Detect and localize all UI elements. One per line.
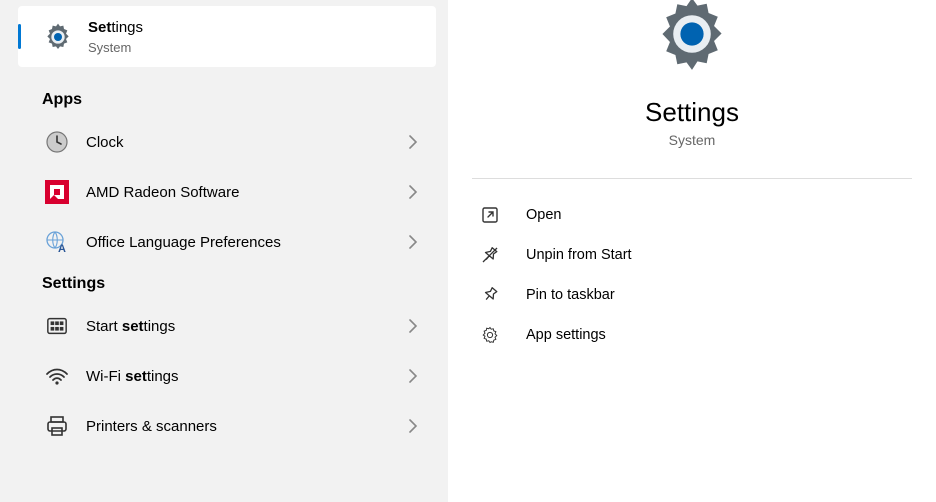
chevron-right-icon (408, 185, 418, 199)
app-office-language[interactable]: A Office Language Preferences (0, 217, 448, 267)
app-label: Clock (86, 134, 432, 151)
setting-printers-scanners[interactable]: Printers & scanners (0, 401, 448, 451)
unpin-icon (480, 245, 500, 265)
amd-icon (44, 179, 70, 205)
best-match-title: Settings (88, 18, 143, 38)
action-pin-to-taskbar[interactable]: Pin to taskbar (472, 275, 912, 315)
setting-label: Start settings (86, 318, 432, 335)
section-header-settings: Settings (0, 267, 448, 301)
action-app-settings[interactable]: App settings (472, 315, 912, 355)
settings-icon-large (651, 0, 733, 75)
pin-icon (480, 285, 500, 305)
detail-actions: Open Unpin from Start Pin to taskbar App… (472, 195, 912, 355)
best-match-subtitle: System (88, 40, 143, 55)
chevron-right-icon (408, 235, 418, 249)
gear-icon (480, 325, 500, 345)
section-header-apps: Apps (0, 83, 448, 117)
action-unpin-from-start[interactable]: Unpin from Start (472, 235, 912, 275)
detail-panel: Settings System Open Unpin from Start Pi… (448, 0, 936, 502)
chevron-right-icon (408, 369, 418, 383)
wifi-icon (44, 363, 70, 389)
start-icon (44, 313, 70, 339)
setting-label: Printers & scanners (86, 418, 432, 435)
detail-subtitle: System (669, 132, 716, 148)
setting-wifi-settings[interactable]: Wi-Fi settings (0, 351, 448, 401)
svg-text:A: A (58, 243, 66, 254)
printer-icon (44, 413, 70, 439)
clock-icon (44, 129, 70, 155)
setting-start-settings[interactable]: Start settings (0, 301, 448, 351)
action-label: App settings (526, 327, 606, 343)
app-label: AMD Radeon Software (86, 184, 432, 201)
action-open[interactable]: Open (472, 195, 912, 235)
settings-icon (42, 21, 74, 53)
action-label: Open (526, 207, 561, 223)
chevron-right-icon (408, 319, 418, 333)
best-match-item[interactable]: Settings System (18, 6, 436, 67)
search-results-panel: Settings System Apps Clock AMD Radeon So… (0, 0, 448, 502)
action-label: Unpin from Start (526, 247, 632, 263)
chevron-right-icon (408, 135, 418, 149)
detail-title: Settings (645, 97, 739, 128)
action-label: Pin to taskbar (526, 287, 615, 303)
open-icon (480, 205, 500, 225)
setting-label: Wi-Fi settings (86, 368, 432, 385)
app-label: Office Language Preferences (86, 234, 432, 251)
app-amd-radeon[interactable]: AMD Radeon Software (0, 167, 448, 217)
app-clock[interactable]: Clock (0, 117, 448, 167)
globe-icon: A (44, 229, 70, 255)
divider (472, 178, 912, 179)
chevron-right-icon (408, 419, 418, 433)
